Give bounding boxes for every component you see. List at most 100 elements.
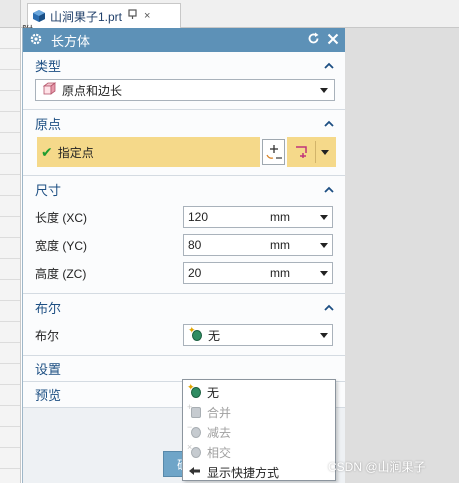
chevron-up-icon[interactable] (323, 118, 335, 130)
host-left-row (0, 301, 20, 322)
height-label: 高度 (ZC) (35, 266, 87, 281)
height-value[interactable]: 20 (188, 266, 270, 280)
block-type-icon (42, 81, 57, 99)
boolean-row: 布尔 ✦ 无 (35, 321, 345, 349)
host-left-header (0, 0, 20, 28)
host-left-row (0, 133, 20, 154)
host-left-row (0, 91, 20, 112)
width-row: 宽度 (YC) 80 mm (35, 231, 345, 259)
size-section-title: 尺寸 (35, 183, 62, 198)
chevron-up-icon[interactable] (323, 184, 335, 196)
chevron-up-icon[interactable] (323, 302, 335, 314)
chevron-down-icon (320, 332, 328, 338)
width-label: 宽度 (YC) (35, 238, 87, 253)
host-left-row (0, 70, 20, 91)
boolean-dropdown-value: 无 (208, 328, 221, 343)
type-section: 类型 原点和边长 (23, 52, 345, 110)
settings-section-title: 设置 (35, 362, 62, 377)
menu-item-label: 合并 (207, 405, 232, 420)
arrow-left-icon (187, 465, 203, 479)
host-left-row (0, 364, 20, 385)
host-left-row (0, 448, 20, 469)
chevron-down-icon[interactable] (320, 214, 328, 220)
host-left-row (0, 175, 20, 196)
host-left-panel (0, 0, 21, 483)
document-tab[interactable]: 山涧果子1.prt × (27, 3, 181, 28)
host-left-row (0, 49, 20, 70)
gear-icon[interactable] (29, 32, 43, 49)
reset-icon[interactable] (307, 32, 320, 48)
host-left-row (0, 154, 20, 175)
origin-section: 原点 ✔ 指定点 (23, 110, 345, 176)
point-dialog-button[interactable] (262, 139, 285, 165)
width-value[interactable]: 80 (188, 238, 270, 252)
boolean-section: 布尔 布尔 ✦ 无 (23, 294, 345, 356)
specify-point-selector[interactable]: ✔ 指定点 (37, 137, 260, 167)
close-tab-icon[interactable]: × (144, 10, 150, 22)
watermark-text: CSDN @山涧果子 (328, 460, 426, 474)
document-tab-title: 山涧果子1.prt (50, 9, 123, 24)
inferred-point-icon (294, 143, 310, 162)
menu-item-unite[interactable]: + 合并 (183, 402, 335, 422)
chevron-down-icon (321, 149, 330, 155)
chevron-up-icon[interactable] (323, 60, 335, 72)
type-dropdown-value: 原点和边长 (62, 83, 123, 98)
boolean-dropdown[interactable]: ✦ 无 (183, 324, 333, 346)
height-input[interactable]: 20 mm (183, 262, 333, 284)
origin-section-header[interactable]: 原点 (23, 110, 345, 137)
type-section-title: 类型 (35, 59, 62, 74)
host-left-row (0, 196, 20, 217)
close-icon[interactable] (327, 32, 339, 48)
preview-section-title: 预览 (35, 388, 62, 403)
subtract-icon: − (187, 422, 203, 440)
chevron-down-icon[interactable] (320, 242, 328, 248)
origin-section-title: 原点 (35, 117, 62, 132)
host-left-row (0, 343, 20, 364)
type-section-header[interactable]: 类型 (23, 52, 345, 79)
host-left-row (0, 385, 20, 406)
host-left-row (0, 406, 20, 427)
size-section: 尺寸 长度 (XC) 120 mm 宽度 (YC) 80 mm 高度 (ZC) … (23, 176, 345, 294)
length-value[interactable]: 120 (188, 210, 270, 224)
host-left-row (0, 427, 20, 448)
boolean-label: 布尔 (35, 328, 60, 343)
menu-item-subtract[interactable]: − 减去 (183, 422, 335, 442)
chevron-down-icon (320, 87, 328, 93)
specify-point-label: 指定点 (57, 145, 94, 160)
boolean-dropdown-menu: ✦ 无 + 合并 − 减去 × 相交 显示快捷方式 (182, 379, 336, 481)
menu-item-show-shortcuts[interactable]: 显示快捷方式 (183, 462, 335, 482)
menu-item-none[interactable]: ✦ 无 (183, 382, 335, 402)
menu-item-label: 相交 (207, 445, 232, 460)
graphics-canvas[interactable] (336, 28, 459, 483)
unite-icon: + (187, 402, 203, 420)
type-dropdown[interactable]: 原点和边长 (35, 79, 335, 101)
host-left-row (0, 238, 20, 259)
document-tab-bar: 山涧果子1.prt × (21, 0, 459, 28)
size-section-header[interactable]: 尺寸 (23, 176, 345, 203)
dialog-titlebar: 长方体 (23, 28, 345, 52)
host-left-row (0, 217, 20, 238)
menu-item-label: 显示快捷方式 (207, 465, 280, 480)
dialog-title: 长方体 (51, 33, 91, 49)
boolean-section-title: 布尔 (35, 301, 62, 316)
length-input[interactable]: 120 mm (183, 206, 333, 228)
width-input[interactable]: 80 mm (183, 234, 333, 256)
host-left-row (0, 322, 20, 343)
height-row: 高度 (ZC) 20 mm (35, 259, 345, 287)
checkmark-icon: ✔ (41, 143, 53, 160)
menu-item-label: 减去 (207, 425, 232, 440)
width-unit: mm (270, 238, 290, 252)
boolean-none-icon: ✦ (187, 382, 203, 400)
host-left-row (0, 112, 20, 133)
nx-part-icon (33, 10, 45, 22)
pin-icon[interactable] (128, 9, 138, 23)
length-label: 长度 (XC) (35, 210, 87, 225)
boolean-section-header[interactable]: 布尔 (23, 294, 345, 321)
host-left-row (0, 259, 20, 280)
menu-item-intersect[interactable]: × 相交 (183, 442, 335, 462)
length-row: 长度 (XC) 120 mm (35, 203, 345, 231)
chevron-down-icon[interactable] (320, 270, 328, 276)
height-unit: mm (270, 266, 290, 280)
menu-item-label: 无 (207, 385, 220, 400)
point-inference-menu[interactable] (287, 137, 336, 167)
